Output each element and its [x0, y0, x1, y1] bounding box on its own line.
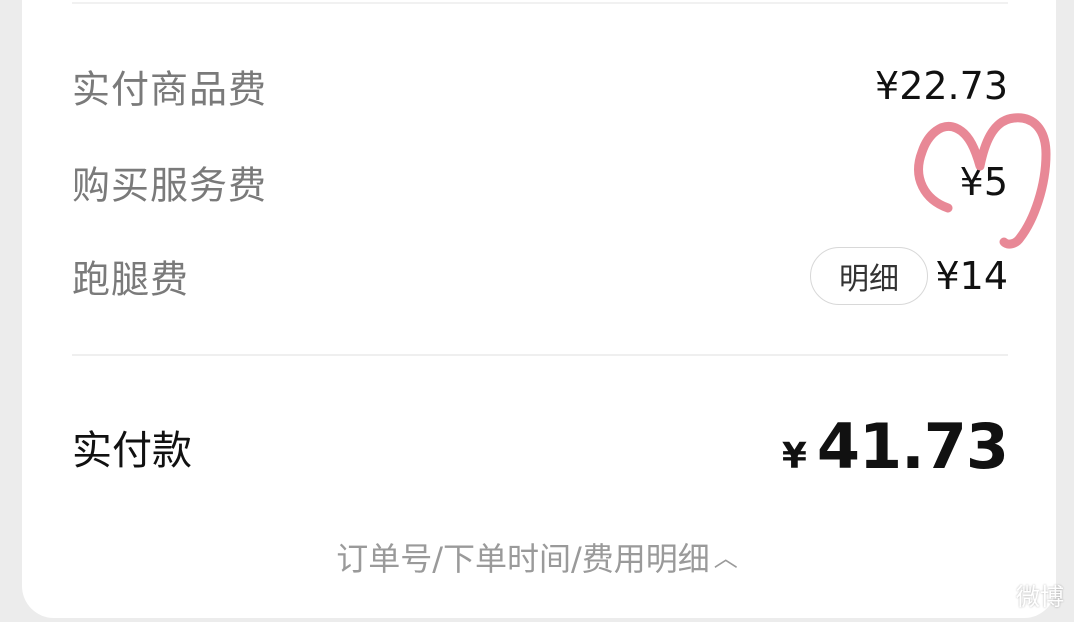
- fee-label-delivery: 跑腿费: [72, 257, 190, 302]
- watermark-logo: 微博: [1016, 583, 1064, 611]
- order-info-link-text: 订单号/下单时间/费用明细: [336, 540, 710, 578]
- fee-row-delivery: 跑腿费 明细 ¥14: [72, 246, 1008, 306]
- fee-value-goods: ¥22.73: [875, 64, 1008, 108]
- fee-label-service: 购买服务费: [72, 163, 268, 208]
- chevron-up-icon: ︿: [713, 544, 738, 572]
- fee-value-service: ¥5: [959, 160, 1008, 204]
- total-amount-value: 41.73: [816, 410, 1009, 483]
- fee-row-service: 购买服务费 ¥5: [72, 152, 1008, 212]
- fee-value-delivery: ¥14: [935, 254, 1008, 298]
- delivery-detail-button[interactable]: 明细: [810, 247, 928, 305]
- total-divider: [72, 354, 1008, 356]
- order-info-toggle[interactable]: 订单号/下单时间/费用明细 ︿: [0, 534, 1074, 580]
- fee-label-goods: 实付商品费: [72, 67, 268, 112]
- total-amount: ¥ 41.73: [781, 410, 1009, 483]
- total-label: 实付款: [72, 428, 192, 474]
- total-currency: ¥: [781, 436, 807, 477]
- top-divider: [72, 2, 1008, 4]
- fee-row-goods: 实付商品费 ¥22.73: [72, 56, 1008, 116]
